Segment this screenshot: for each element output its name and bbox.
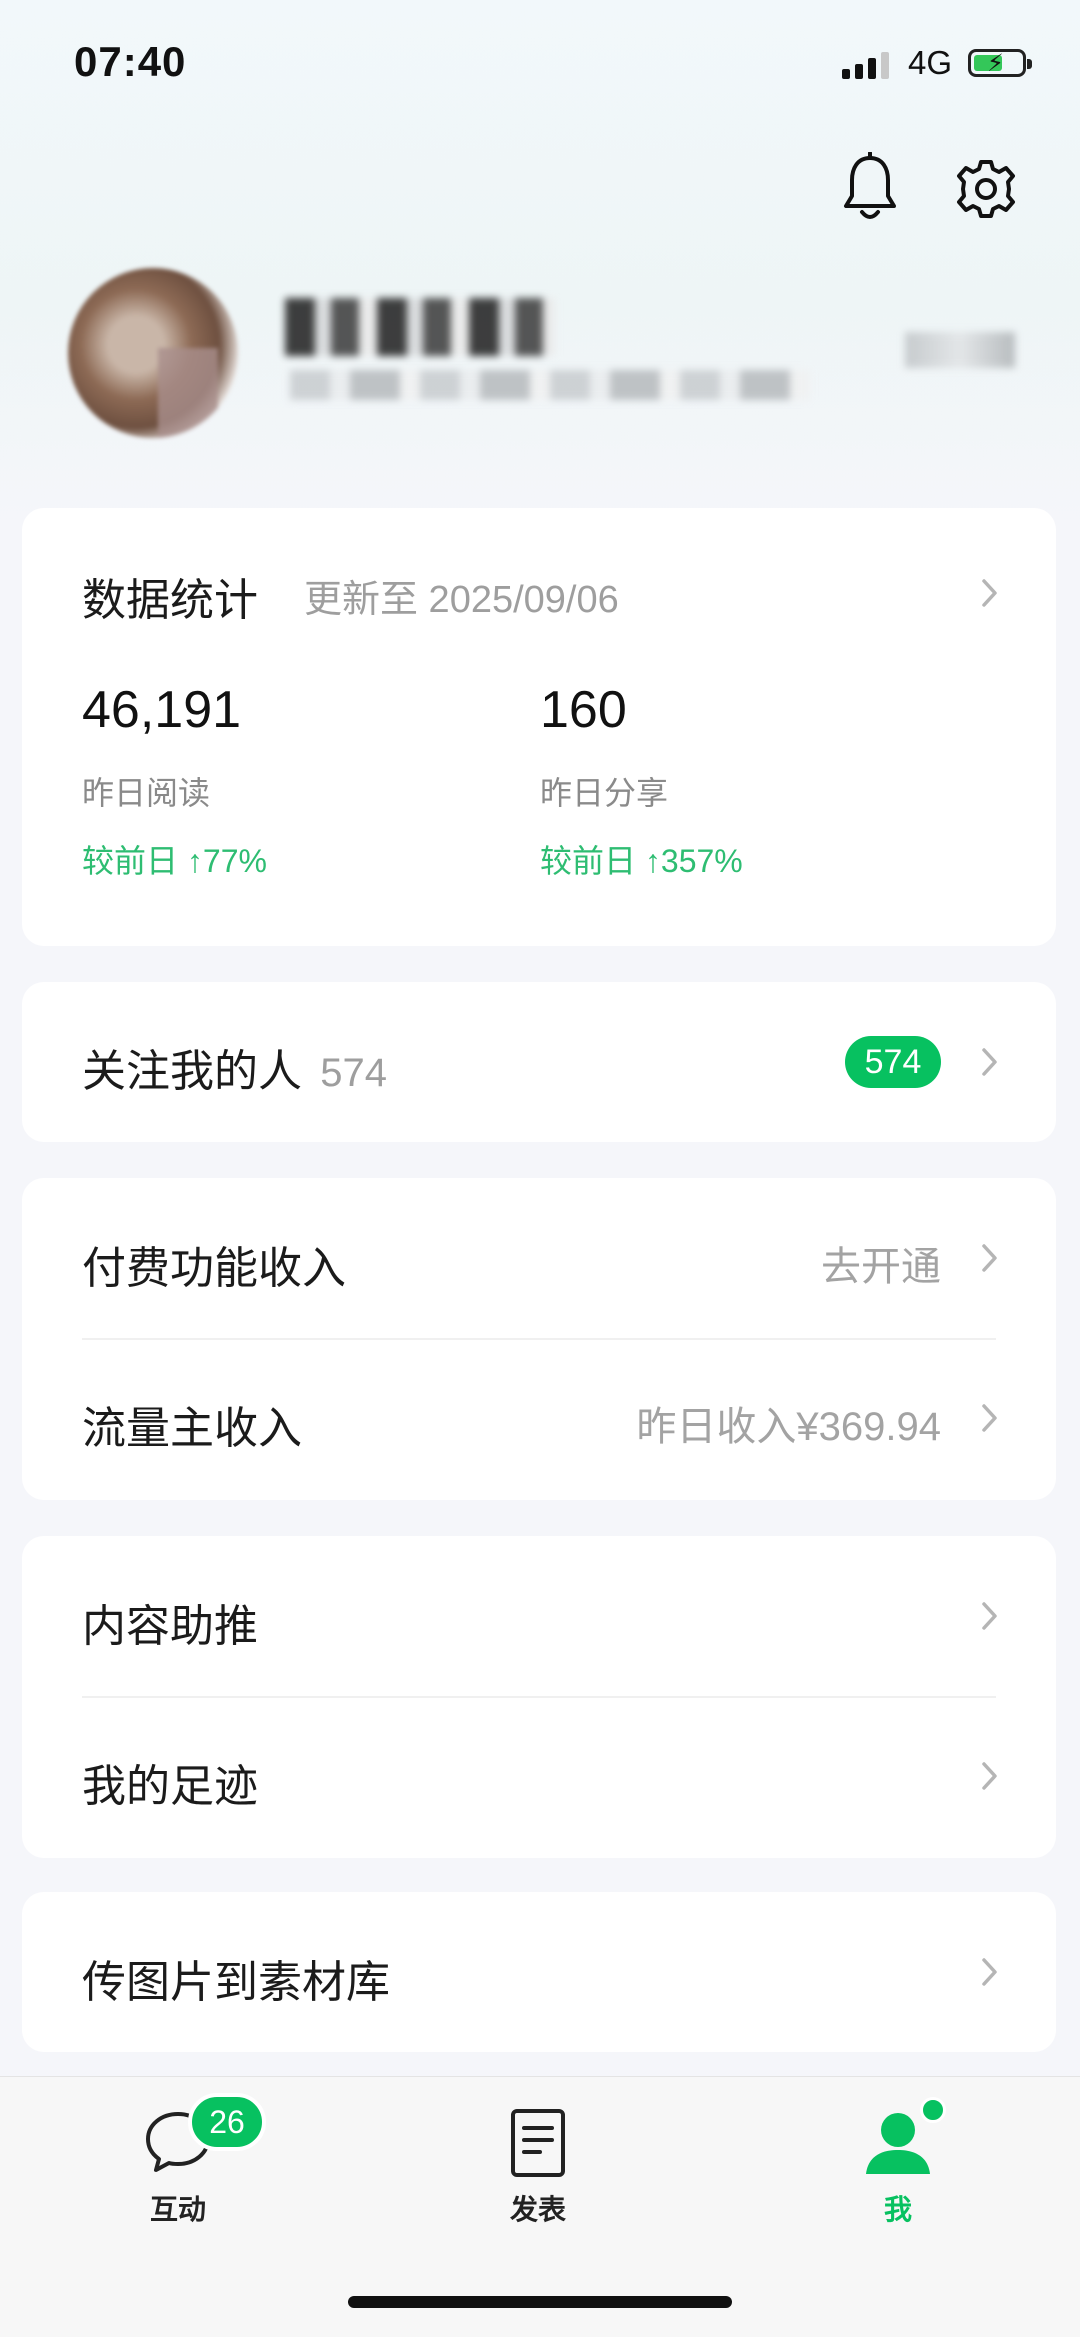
upload-material-label: 传图片到素材库 (82, 1958, 390, 2007)
followers-count: 574 (320, 1051, 387, 1095)
stat-reads-label: 昨日阅读 (82, 775, 211, 811)
gear-icon[interactable] (955, 158, 1017, 220)
stat-reads-change: 较前日 ↑77% (82, 843, 267, 879)
followers-label-wrap: 关注我的人 574 (82, 1035, 387, 1099)
followers-badge: 574 (845, 1036, 941, 1088)
status-time: 07:40 (74, 38, 187, 85)
me-notification-dot (920, 2097, 946, 2123)
chevron-right-icon (982, 1762, 997, 1790)
stats-updated: 更新至 2025/09/06 (304, 579, 619, 621)
traffic-income-label: 流量主收入 (82, 1404, 302, 1453)
blurred-account-link[interactable] (905, 332, 1015, 368)
blurred-account-name (285, 298, 555, 356)
chevron-right-icon (982, 1404, 997, 1432)
stat-shares-label: 昨日分享 (540, 775, 669, 811)
stat-reads-value: 46,191 (82, 681, 242, 739)
network-type: 4G (908, 44, 953, 81)
traffic-income-row[interactable]: 流量主收入 昨日收入¥369.94 (22, 1340, 1056, 1500)
person-icon (866, 2113, 930, 2174)
upload-material-row[interactable]: 传图片到素材库 (22, 1892, 1056, 2052)
chevron-right-icon (982, 1244, 997, 1272)
followers-row[interactable]: 关注我的人 574 574 (22, 982, 1056, 1142)
traffic-income-value: 昨日收入¥369.94 (636, 1405, 941, 1449)
paid-income-label: 付费功能收入 (82, 1244, 346, 1293)
footprint-label: 我的足迹 (82, 1762, 258, 1811)
paid-income-row[interactable]: 付费功能收入 去开通 (22, 1178, 1056, 1338)
followers-label: 关注我的人 (82, 1047, 302, 1096)
avatar[interactable] (68, 268, 238, 438)
document-icon (511, 2109, 565, 2177)
content-promote-row[interactable]: 内容助推 (22, 1536, 1056, 1696)
stat-shares-value: 160 (540, 681, 627, 739)
battery-icon: ⚡ (968, 49, 1032, 77)
income-card: 付费功能收入 去开通 流量主收入 昨日收入¥369.94 (22, 1178, 1056, 1500)
chevron-right-icon (982, 1602, 997, 1630)
stats-card[interactable]: 数据统计 更新至 2025/09/06 46,191 昨日阅读 较前日 ↑77%… (22, 508, 1056, 946)
interact-badge: 26 (188, 2093, 266, 2151)
paid-income-action: 去开通 (821, 1245, 941, 1289)
tab-publish-label: 发表 (509, 2194, 566, 2225)
tab-me-label: 我 (883, 2194, 912, 2225)
blurred-account-info (290, 370, 810, 400)
signal-icon (842, 52, 889, 79)
tools-card: 内容助推 我的足迹 (22, 1536, 1056, 1858)
content-promote-label: 内容助推 (82, 1602, 258, 1651)
bell-icon[interactable] (842, 152, 898, 224)
stat-shares-change: 较前日 ↑357% (540, 843, 743, 879)
footprint-row[interactable]: 我的足迹 (22, 1698, 1056, 1858)
tab-interact-label: 互动 (149, 2194, 206, 2225)
stats-title: 数据统计 (82, 576, 258, 625)
home-indicator[interactable] (348, 2296, 732, 2308)
chevron-right-icon (982, 1958, 997, 1986)
chevron-right-icon (982, 579, 997, 607)
chevron-right-icon (982, 1048, 997, 1076)
